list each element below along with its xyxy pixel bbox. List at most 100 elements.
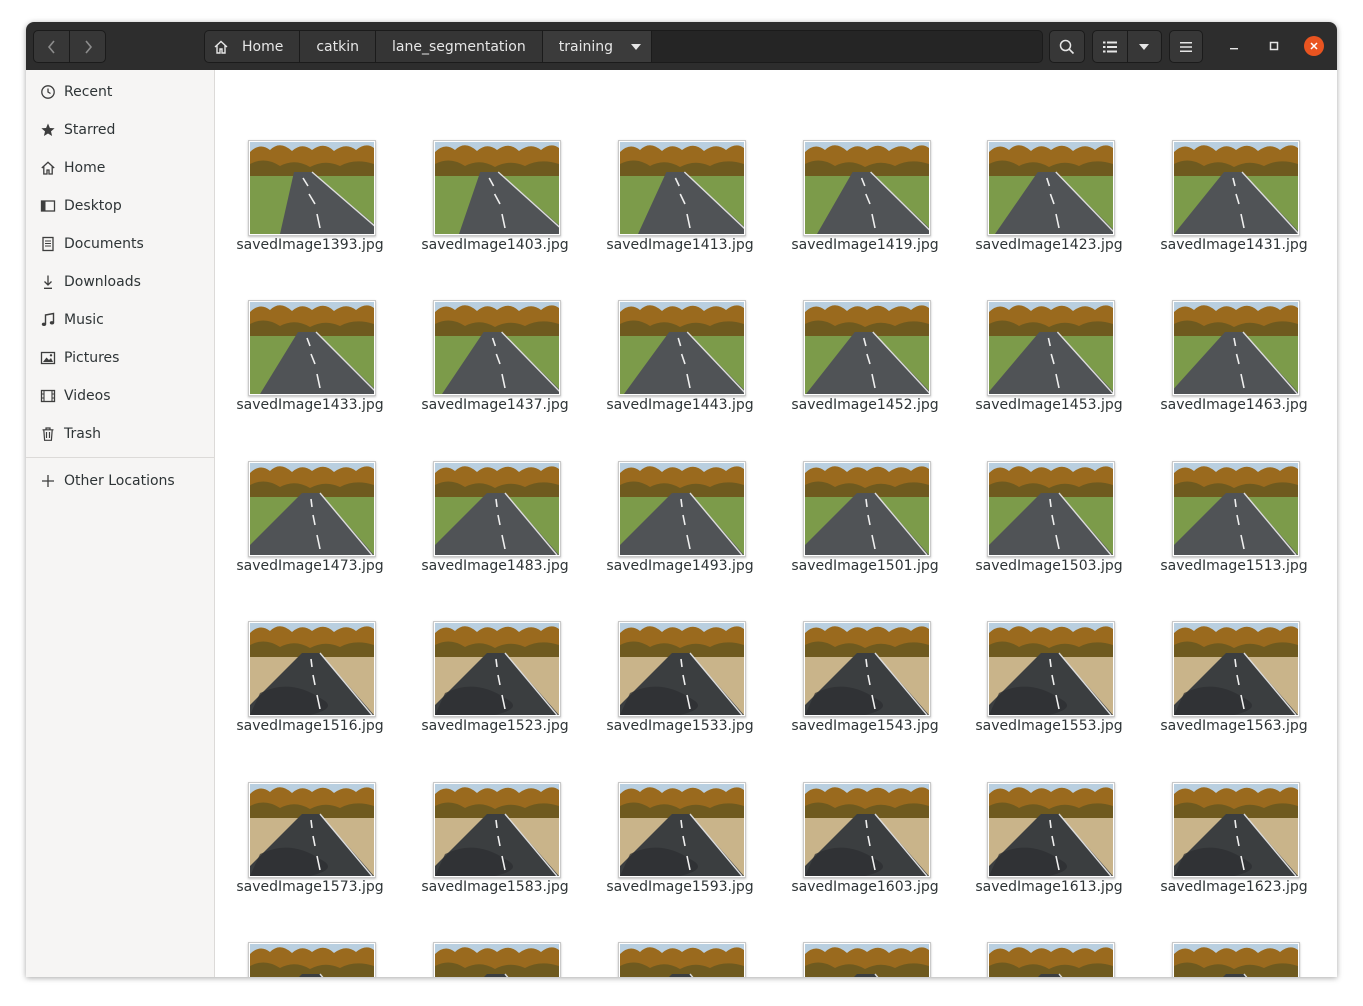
- image-thumbnail: [987, 942, 1115, 977]
- list-view-button[interactable]: [1093, 31, 1127, 62]
- breadcrumb-training[interactable]: training: [542, 31, 652, 62]
- file-name: savedImage1543.jpg: [791, 718, 939, 734]
- sidebar-item-downloads[interactable]: Downloads: [26, 263, 214, 301]
- file-item[interactable]: savedImage1483.jpg: [400, 415, 569, 574]
- file-item[interactable]: savedImage1553.jpg: [954, 575, 1123, 734]
- image-thumbnail: [1172, 461, 1300, 557]
- file-item[interactable]: savedImage1501.jpg: [770, 415, 939, 574]
- file-item[interactable]: savedImage1463.jpg: [1139, 254, 1308, 413]
- file-item[interactable]: savedImage1513.jpg: [1139, 415, 1308, 574]
- file-name: savedImage1483.jpg: [421, 558, 569, 574]
- sidebar-item-label: Documents: [64, 236, 144, 252]
- file-manager-window: Home catkin lane_segmentation training R…: [26, 22, 1337, 977]
- file-item[interactable]: savedImage1433.jpg: [215, 254, 384, 413]
- file-item[interactable]: savedImage1393.jpg: [215, 94, 384, 253]
- sidebar-item-desktop[interactable]: Desktop: [26, 187, 214, 225]
- file-item[interactable]: savedImage1623.jpg: [1139, 736, 1308, 895]
- sidebar-item-trash[interactable]: Trash: [26, 415, 214, 453]
- sidebar-item-pictures[interactable]: Pictures: [26, 339, 214, 377]
- file-item[interactable]: savedImage1437.jpg: [400, 254, 569, 413]
- file-item[interactable]: savedImage1413.jpg: [585, 94, 754, 253]
- file-name: savedImage1452.jpg: [791, 397, 939, 413]
- close-button[interactable]: [1304, 36, 1324, 56]
- breadcrumb-label: training: [558, 38, 613, 55]
- search-button[interactable]: [1049, 30, 1085, 63]
- file-name: savedImage1553.jpg: [975, 718, 1123, 734]
- breadcrumb-lane-segmentation[interactable]: lane_segmentation: [375, 31, 543, 62]
- breadcrumb-catkin[interactable]: catkin: [300, 31, 376, 62]
- file-name: savedImage1423.jpg: [975, 237, 1123, 253]
- file-name: savedImage1573.jpg: [236, 879, 384, 895]
- file-name: savedImage1513.jpg: [1160, 558, 1308, 574]
- view-options-button[interactable]: [1126, 31, 1162, 62]
- sidebar-item-home[interactable]: Home: [26, 149, 214, 187]
- image-thumbnail: [987, 300, 1115, 396]
- file-item[interactable]: [585, 896, 746, 977]
- image-thumbnail: [433, 942, 561, 977]
- image-thumbnail: [987, 140, 1115, 236]
- sidebar-item-starred[interactable]: Starred: [26, 111, 214, 149]
- forward-button[interactable]: [69, 31, 105, 62]
- back-button[interactable]: [34, 31, 69, 62]
- image-thumbnail: [987, 621, 1115, 717]
- breadcrumb-home[interactable]: Home: [205, 31, 301, 62]
- file-item[interactable]: savedImage1443.jpg: [585, 254, 754, 413]
- file-item[interactable]: savedImage1613.jpg: [954, 736, 1123, 895]
- minimize-button[interactable]: [1224, 36, 1244, 56]
- image-thumbnail: [803, 140, 931, 236]
- image-thumbnail: [803, 782, 931, 878]
- chevron-left-icon: [47, 39, 57, 55]
- file-item[interactable]: savedImage1603.jpg: [770, 736, 939, 895]
- maximize-icon: [1269, 41, 1279, 51]
- image-thumbnail: [618, 942, 746, 977]
- image-thumbnail: [803, 942, 931, 977]
- file-item[interactable]: [954, 896, 1115, 977]
- maximize-button[interactable]: [1264, 36, 1284, 56]
- file-item[interactable]: savedImage1403.jpg: [400, 94, 569, 253]
- sidebar-item-recent[interactable]: Recent: [26, 73, 214, 111]
- file-item[interactable]: savedImage1563.jpg: [1139, 575, 1308, 734]
- sidebar-item-videos[interactable]: Videos: [26, 377, 214, 415]
- file-name: savedImage1413.jpg: [606, 237, 754, 253]
- file-item[interactable]: savedImage1423.jpg: [954, 94, 1123, 253]
- file-item[interactable]: [215, 896, 376, 977]
- image-thumbnail: [618, 300, 746, 396]
- file-name: savedImage1431.jpg: [1160, 237, 1308, 253]
- file-name: savedImage1473.jpg: [236, 558, 384, 574]
- plus-icon: [39, 472, 57, 490]
- sidebar-item-music[interactable]: Music: [26, 301, 214, 339]
- sidebar-item-label: Music: [64, 312, 104, 328]
- sidebar-item-other-locations[interactable]: Other Locations: [26, 462, 214, 500]
- file-item[interactable]: savedImage1473.jpg: [215, 415, 384, 574]
- file-item[interactable]: savedImage1583.jpg: [400, 736, 569, 895]
- file-item[interactable]: savedImage1419.jpg: [770, 94, 939, 253]
- file-item[interactable]: [1139, 896, 1300, 977]
- main-menu-button[interactable]: [1169, 30, 1203, 63]
- file-item[interactable]: savedImage1452.jpg: [770, 254, 939, 413]
- file-item[interactable]: savedImage1431.jpg: [1139, 94, 1308, 253]
- file-item[interactable]: savedImage1543.jpg: [770, 575, 939, 734]
- file-item[interactable]: savedImage1503.jpg: [954, 415, 1123, 574]
- image-thumbnail: [1172, 942, 1300, 977]
- file-item[interactable]: savedImage1523.jpg: [400, 575, 569, 734]
- file-item[interactable]: savedImage1493.jpg: [585, 415, 754, 574]
- home-icon: [213, 39, 229, 55]
- file-item[interactable]: savedImage1593.jpg: [585, 736, 754, 895]
- search-icon: [1059, 39, 1075, 55]
- file-item[interactable]: savedImage1533.jpg: [585, 575, 754, 734]
- file-item[interactable]: savedImage1516.jpg: [215, 575, 384, 734]
- image-thumbnail: [248, 461, 376, 557]
- file-item[interactable]: [770, 896, 931, 977]
- file-item[interactable]: [400, 896, 561, 977]
- document-icon: [39, 235, 57, 253]
- file-name: savedImage1501.jpg: [791, 558, 939, 574]
- picture-icon: [39, 349, 57, 367]
- close-icon: [1309, 41, 1319, 51]
- sidebar-item-documents[interactable]: Documents: [26, 225, 214, 263]
- image-thumbnail: [1172, 140, 1300, 236]
- file-name: savedImage1516.jpg: [236, 718, 384, 734]
- file-item[interactable]: savedImage1573.jpg: [215, 736, 384, 895]
- file-item[interactable]: savedImage1453.jpg: [954, 254, 1123, 413]
- file-name: savedImage1503.jpg: [975, 558, 1123, 574]
- video-icon: [39, 387, 57, 405]
